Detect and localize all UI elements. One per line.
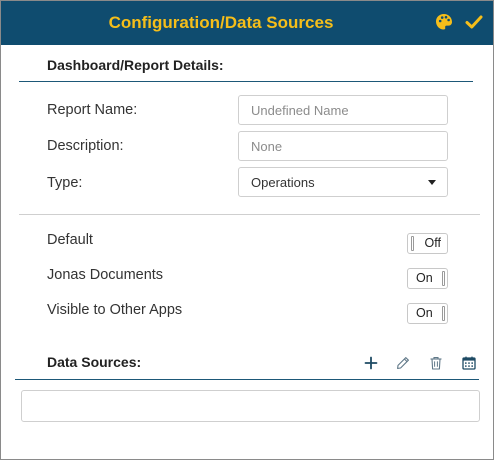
- pencil-icon[interactable]: [395, 355, 411, 371]
- chevron-down-icon: [428, 180, 436, 185]
- report-name-input[interactable]: [238, 95, 448, 125]
- toggle-knob: [411, 236, 414, 251]
- description-label: Description:: [47, 138, 124, 154]
- details-divider: [19, 81, 473, 82]
- toggle-state: On: [416, 271, 433, 285]
- jonas-documents-toggle[interactable]: On: [407, 268, 448, 289]
- visible-to-other-apps-toggle[interactable]: On: [407, 303, 448, 324]
- jonas-documents-label: Jonas Documents: [47, 267, 164, 283]
- type-select[interactable]: Operations: [238, 167, 448, 197]
- toggle-state: Off: [424, 236, 441, 250]
- visible-to-other-apps-label: Visible to Other Apps: [47, 302, 183, 318]
- panel-title: Configuration/Data Sources: [108, 13, 334, 32]
- details-section-title: Dashboard/Report Details:: [47, 57, 224, 73]
- type-select-value: Operations: [251, 175, 315, 190]
- options-divider: [19, 214, 480, 215]
- default-toggle[interactable]: Off: [407, 233, 448, 254]
- description-input[interactable]: [238, 131, 448, 161]
- check-icon[interactable]: [464, 12, 484, 32]
- default-label: Default: [47, 232, 93, 248]
- palette-icon[interactable]: [434, 12, 454, 32]
- toggle-knob: [442, 306, 445, 321]
- data-sources-divider: [15, 379, 479, 380]
- panel-header: Configuration/Data Sources: [1, 1, 493, 45]
- toggle-knob: [442, 271, 445, 286]
- toggle-state: On: [416, 306, 433, 320]
- report-name-label: Report Name:: [47, 102, 138, 118]
- data-sources-list[interactable]: [21, 390, 480, 422]
- calendar-icon[interactable]: [461, 355, 477, 371]
- trash-icon[interactable]: [428, 355, 444, 371]
- type-label: Type:: [47, 175, 83, 191]
- data-sources-section-title: Data Sources:: [47, 354, 142, 370]
- plus-icon[interactable]: [363, 355, 379, 371]
- config-panel: Configuration/Data Sources Dashboard/Rep…: [0, 0, 494, 460]
